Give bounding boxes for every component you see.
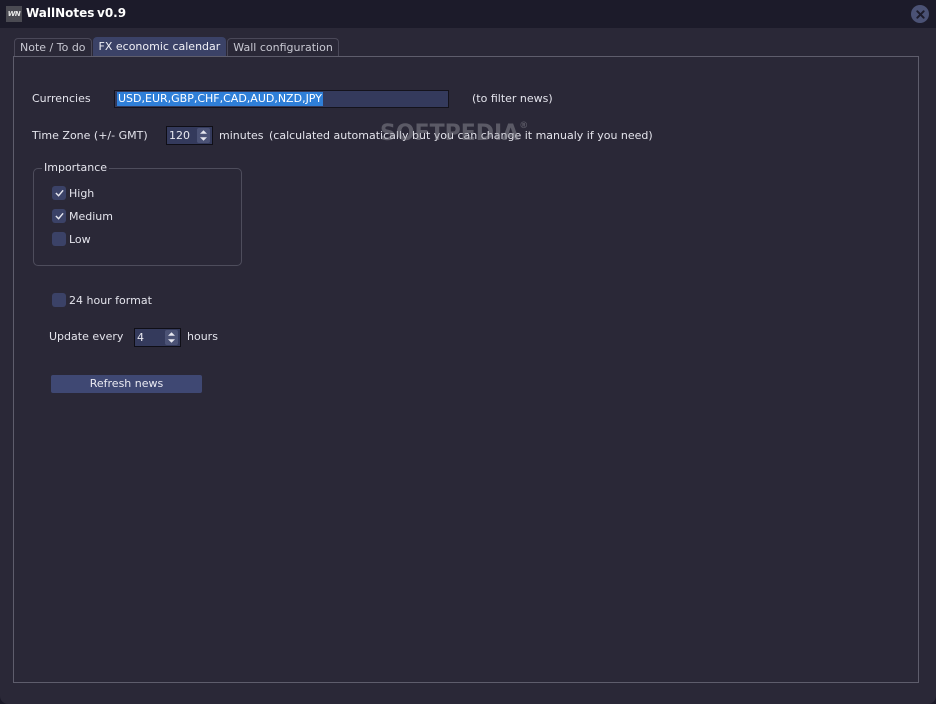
checkbox-box[interactable] [52,293,66,307]
chevron-up-icon[interactable] [168,332,175,336]
currencies-label: Currencies [32,92,91,105]
importance-low-checkbox[interactable]: Low [52,232,91,246]
tab-note-todo[interactable]: Note / To do [14,38,92,57]
app-logo-icon: WN [6,6,22,22]
importance-group-title: Importance [42,161,110,174]
checkmark-icon [54,212,64,220]
tab-panel [13,56,919,683]
currencies-input[interactable]: USD,EUR,GBP,CHF,CAD,AUD,NZD,JPY [114,90,449,108]
chevron-down-icon[interactable] [168,339,175,343]
update-stepper[interactable] [165,330,178,345]
checkbox-label: 24 hour format [69,293,152,307]
checkbox-label: High [69,186,95,200]
checkbox-box[interactable] [52,186,66,200]
importance-high-checkbox[interactable]: High [52,186,94,200]
checkbox-box[interactable] [52,209,66,223]
update-spinbox[interactable]: 4 [134,328,181,347]
checkmark-icon [54,189,64,197]
close-button[interactable] [911,5,929,23]
titlebar: WN WallNotes v0.9 [0,0,936,28]
update-value: 4 [137,331,144,344]
watermark-text: SOFTPEDIA [380,121,520,146]
timezone-unit: minutes [219,129,264,142]
currencies-hint: (to filter news) [472,92,553,105]
update-label: Update every [49,330,124,343]
watermark: SOFTPEDIA® [380,121,529,146]
currencies-input-value: USD,EUR,GBP,CHF,CAD,AUD,NZD,JPY [117,92,323,106]
chevron-down-icon[interactable] [200,137,207,141]
hour-format-checkbox[interactable]: 24 hour format [52,293,152,307]
checkbox-label: Medium [69,209,113,223]
app-version: v0.9 [97,6,127,20]
refresh-news-button[interactable]: Refresh news [51,375,202,393]
update-unit: hours [187,330,218,343]
timezone-stepper[interactable] [197,128,210,143]
app-window: WN WallNotes v0.9 Note / To do FX econom… [0,0,936,704]
timezone-value: 120 [169,129,190,142]
tab-bar: Note / To do FX economic calendar Wall c… [14,37,340,57]
timezone-spinbox[interactable]: 120 [166,126,213,145]
app-title: WallNotes [26,6,95,20]
chevron-up-icon[interactable] [200,130,207,134]
importance-medium-checkbox[interactable]: Medium [52,209,113,223]
close-icon [915,9,925,19]
checkbox-box[interactable] [52,232,66,246]
timezone-label: Time Zone (+/- GMT) [32,129,148,142]
tab-fx-economic-calendar[interactable]: FX economic calendar [92,37,227,57]
checkbox-label: Low [69,232,91,246]
tab-wall-configuration[interactable]: Wall configuration [227,38,339,57]
